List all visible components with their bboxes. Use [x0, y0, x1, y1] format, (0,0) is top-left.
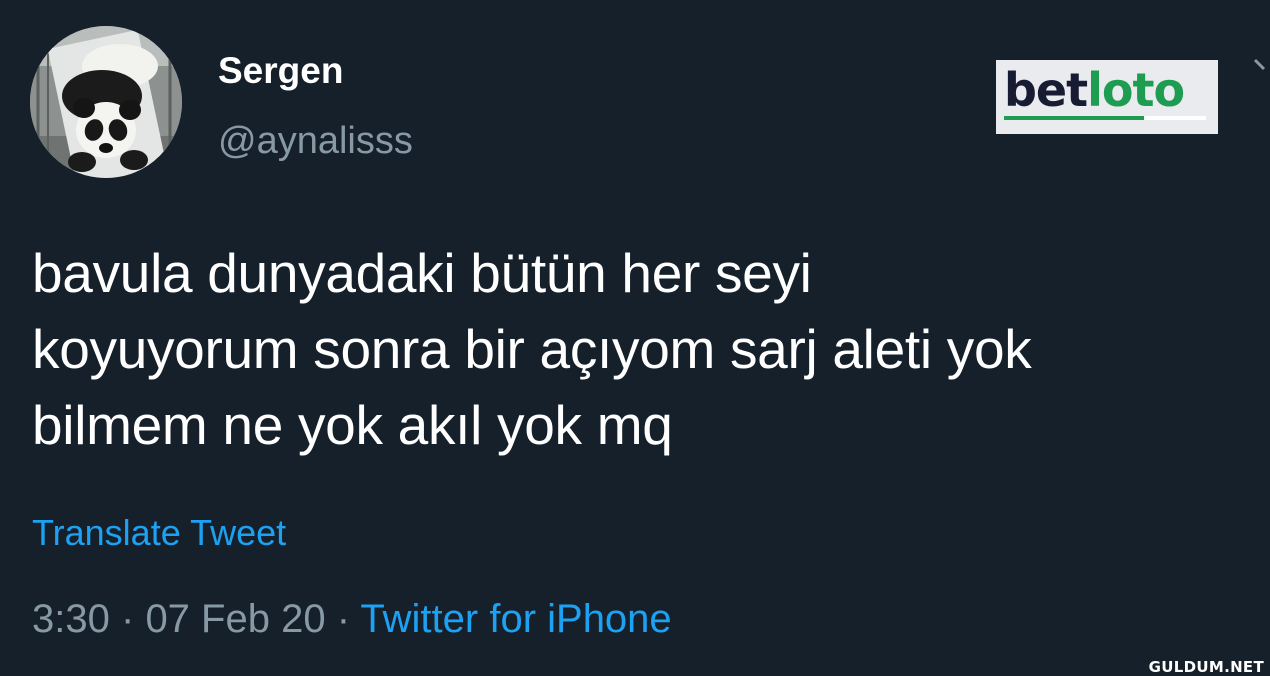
user-handle[interactable]: @aynalisss: [218, 120, 413, 163]
tweet-source-link[interactable]: Twitter for iPhone: [360, 597, 671, 641]
chevron-down-icon[interactable]: [1252, 56, 1270, 82]
panda-avatar-icon: [30, 26, 182, 178]
brand-text-part2: loto: [1087, 63, 1185, 117]
tweet-card: Sergen @aynalisss betloto bavula dunyada…: [0, 0, 1270, 676]
watermark: GULDUM.NET: [1148, 658, 1264, 676]
tweet-text-line: koyuyorum sonra bir açıyom sarj aleti yo…: [32, 318, 1032, 380]
separator: ·: [120, 597, 135, 641]
tweet-date: 07 Feb 20: [145, 597, 326, 641]
betloto-logo: betloto: [996, 60, 1218, 134]
tweet-time: 3:30: [32, 597, 110, 641]
display-name[interactable]: Sergen: [218, 50, 343, 92]
separator: ·: [336, 597, 351, 641]
user-avatar[interactable]: [30, 26, 182, 178]
tweet-text: bavula dunyadaki bütün her seyi koyuyoru…: [32, 235, 1257, 463]
tweet-text-line: bavula dunyadaki bütün her seyi: [32, 242, 812, 304]
translate-tweet-link[interactable]: Translate Tweet: [32, 512, 286, 554]
tweet-metadata: 3:30 · 07 Feb 20 · Twitter for iPhone: [32, 597, 672, 642]
tweet-text-line: bilmem ne yok akıl yok mq: [32, 394, 673, 456]
brand-underline: [1004, 116, 1206, 120]
brand-text-part1: bet: [1004, 63, 1088, 117]
